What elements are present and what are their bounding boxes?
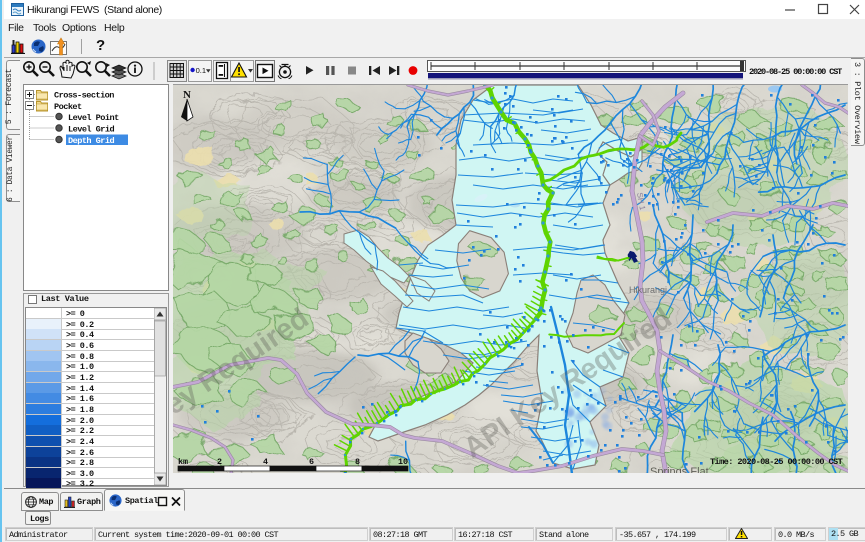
svg-text:Level Grid: Level Grid	[68, 125, 114, 135]
svg-text:Level Point: Level Point	[68, 113, 119, 123]
svg-text:10: 10	[398, 457, 408, 467]
svg-text:Time: 2020-08-25 00:00:00 CST: Time: 2020-08-25 00:00:00 CST	[710, 457, 843, 467]
svg-text:2: 2	[217, 457, 222, 467]
svg-text:km: km	[178, 457, 188, 467]
svg-text:8: 8	[355, 457, 360, 467]
svg-text:0.1: 0.1	[196, 66, 206, 75]
svg-text:4: 4	[263, 457, 268, 467]
svg-text:6: 6	[309, 457, 314, 467]
svg-text:Depth Grid: Depth Grid	[68, 136, 114, 146]
svg-text:Hikurangi: Hikurangi	[629, 285, 667, 295]
svg-text:Pocket: Pocket	[54, 102, 82, 112]
svg-text:2020-08-25 00:00:00 CST: 2020-08-25 00:00:00 CST	[749, 67, 842, 77]
svg-text:Cross-section: Cross-section	[54, 91, 114, 101]
svg-text:Springs Flat: Springs Flat	[650, 466, 709, 473]
